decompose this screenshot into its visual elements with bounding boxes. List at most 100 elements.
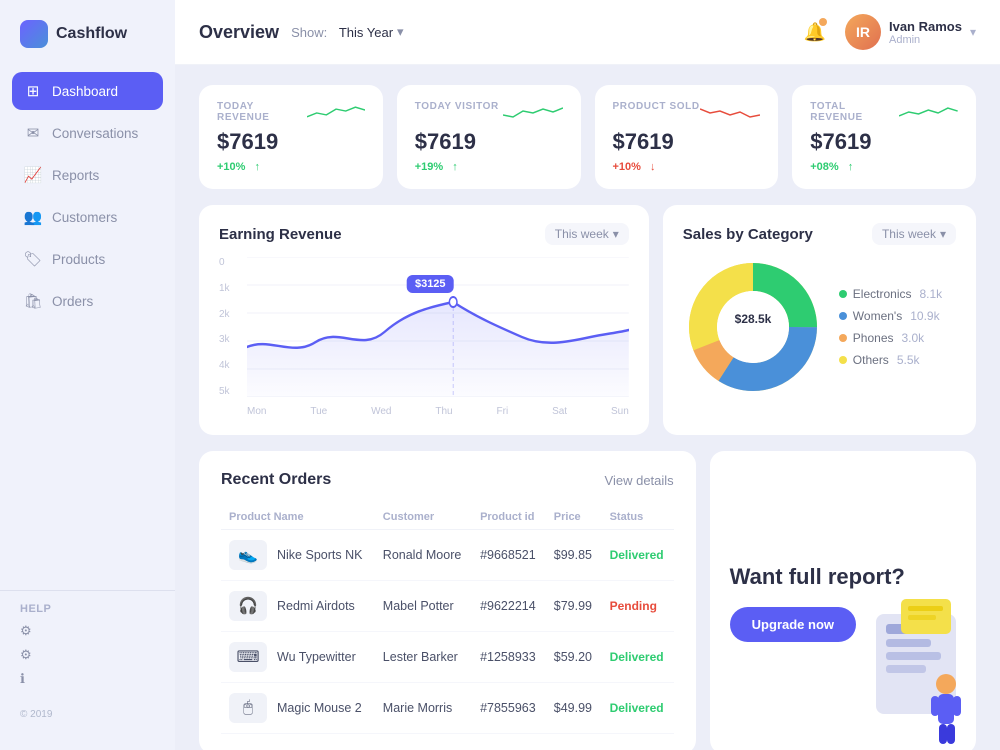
sidebar-item-products[interactable]: 🏷 Products (12, 240, 163, 278)
logo-icon (20, 20, 48, 48)
line-chart-area: 5k 4k 3k 2k 1k 0 (219, 257, 629, 417)
sidebar-help: HELP ⚙ ⚙ ℹ (0, 590, 175, 699)
x-axis: Mon Tue Wed Thu Fri Sat Sun (247, 406, 629, 417)
status-badge-0: Delivered (610, 546, 664, 564)
cell-pid-2: #1258933 (472, 632, 546, 683)
avatar: IR (845, 14, 881, 50)
stat-card-today-visitor: TODAY VISITOR $7619 +19% ↑ (397, 85, 581, 189)
legend-womens: Women's 10.9k (839, 309, 942, 323)
view-details-link[interactable]: View details (605, 473, 674, 488)
sidebar-item-dashboard[interactable]: ⊞ Dashboard (12, 72, 163, 110)
cell-pid-0: #9668521 (472, 530, 546, 581)
topbar: Overview Show: This Year ▾ 🔔 IR Ivan Ram… (175, 0, 1000, 65)
svg-text:$28.5k: $28.5k (734, 312, 771, 326)
sidebar-item-reports-label: Reports (52, 168, 99, 183)
sidebar-item-conversations[interactable]: ✉ Conversations (12, 114, 163, 152)
cell-customer-1: Mabel Potter (375, 581, 472, 632)
user-chevron-icon: ▾ (970, 25, 976, 39)
cell-customer-3: Marie Morris (375, 683, 472, 734)
logo-text: Cashflow (56, 25, 127, 43)
stat-label-today-visitor: TODAY VISITOR (415, 101, 499, 112)
conversations-icon: ✉ (24, 124, 42, 142)
notification-dot (819, 18, 827, 26)
sidebar-item-reports[interactable]: 📈 Reports (12, 156, 163, 194)
sidebar-item-orders[interactable]: 🛍 Orders (12, 282, 163, 320)
status-badge-1: Pending (610, 597, 657, 615)
status-badge-2: Delivered (610, 648, 664, 666)
col-customer: Customer (375, 505, 472, 530)
product-name-2: Wu Typewitter (277, 650, 356, 664)
donut-chart-svg: $28.5k (683, 257, 823, 397)
products-icon: 🏷 (24, 250, 42, 268)
stat-change-total-revenue: +08% ↑ (810, 161, 958, 173)
sales-week-filter[interactable]: This week ▾ (872, 223, 956, 245)
user-name: Ivan Ramos (889, 19, 962, 34)
orders-title: Recent Orders (221, 471, 331, 489)
legend-value-phones: 3.0k (902, 331, 925, 345)
legend-value-womens: 10.9k (910, 309, 939, 323)
sidebar-item-products-label: Products (52, 252, 105, 267)
earning-chart-card: Earning Revenue This week ▾ 5k 4k 3k 2k … (199, 205, 649, 435)
chevron-down-icon: ▾ (397, 24, 404, 40)
table-row: 🎧 Redmi Airdots Mabel Potter #9622214 $7… (221, 581, 674, 632)
sales-chevron-icon: ▾ (940, 227, 946, 241)
promo-illustration (846, 594, 976, 750)
stats-row: TODAY REVENUE $7619 +10% ↑ TODAY VISITOR (199, 85, 976, 189)
dashboard-icon: ⊞ (24, 82, 42, 100)
charts-row: Earning Revenue This week ▾ 5k 4k 3k 2k … (199, 205, 976, 435)
donut-area: $28.5k Electronics 8.1k Women's (683, 257, 956, 397)
page-title: Overview (199, 22, 279, 43)
help-icons: ⚙ ⚙ ℹ (20, 623, 155, 687)
cell-pid-1: #9622214 (472, 581, 546, 632)
cell-price-0: $99.85 (546, 530, 602, 581)
stat-change-today-revenue: +10% ↑ (217, 161, 365, 173)
content-area: TODAY REVENUE $7619 +10% ↑ TODAY VISITOR (175, 65, 1000, 750)
sidebar-item-orders-label: Orders (52, 294, 93, 309)
col-product-id: Product id (472, 505, 546, 530)
product-name-0: Nike Sports NK (277, 548, 362, 562)
earning-week-filter[interactable]: This week ▾ (545, 223, 629, 245)
bottom-row: Recent Orders View details Product Name … (199, 451, 976, 750)
sidebar-item-customers-label: Customers (52, 210, 117, 225)
user-area[interactable]: IR Ivan Ramos Admin ▾ (845, 14, 976, 50)
stat-change-today-visitor: +19% ↑ (415, 161, 563, 173)
cell-customer-2: Lester Barker (375, 632, 472, 683)
legend-phones: Phones 3.0k (839, 331, 942, 345)
product-thumb-2: ⌨ (229, 642, 267, 672)
legend-label-others: Others (853, 353, 889, 367)
customers-icon: 👥 (24, 208, 42, 226)
legend-dot-womens (839, 312, 847, 320)
donut-legend: Electronics 8.1k Women's 10.9k Phones (839, 287, 942, 367)
legend-dot-others (839, 356, 847, 364)
cell-price-3: $49.99 (546, 683, 602, 734)
notification-bell[interactable]: 🔔 (797, 14, 833, 50)
product-thumb-1: 🎧 (229, 591, 267, 621)
legend-dot-electronics (839, 290, 847, 298)
upgrade-button[interactable]: Upgrade now (730, 607, 856, 642)
year-filter[interactable]: Show: This Year ▾ (291, 24, 404, 40)
earning-chart-title: Earning Revenue (219, 226, 342, 243)
earning-chevron-icon: ▾ (613, 227, 619, 241)
settings2-icon-item[interactable]: ⚙ (20, 647, 155, 663)
cell-product-3: 🖱 Magic Mouse 2 (221, 683, 375, 734)
cell-status-0: Delivered (602, 530, 674, 581)
orders-icon: 🛍 (24, 292, 42, 310)
cell-status-1: Pending (602, 581, 674, 632)
stat-value-total-revenue: $7619 (810, 129, 958, 155)
nav: ⊞ Dashboard ✉ Conversations 📈 Reports 👥 … (0, 72, 175, 580)
legend-label-womens: Women's (853, 309, 902, 323)
earning-week-label: This week (555, 227, 609, 241)
table-header-row: Product Name Customer Product id Price S… (221, 505, 674, 530)
cell-status-2: Delivered (602, 632, 674, 683)
sidebar-item-customers[interactable]: 👥 Customers (12, 198, 163, 236)
table-row: 🖱 Magic Mouse 2 Marie Morris #7855963 $4… (221, 683, 674, 734)
cell-status-3: Delivered (602, 683, 674, 734)
orders-table-body: 👟 Nike Sports NK Ronald Moore #9668521 $… (221, 530, 674, 734)
table-row: ⌨ Wu Typewitter Lester Barker #1258933 $… (221, 632, 674, 683)
info-icon-item[interactable]: ℹ (20, 671, 155, 687)
cell-product-2: ⌨ Wu Typewitter (221, 632, 375, 683)
legend-others: Others 5.5k (839, 353, 942, 367)
settings-icon-item[interactable]: ⚙ (20, 623, 155, 639)
user-role: Admin (889, 34, 962, 46)
product-name-1: Redmi Airdots (277, 599, 355, 613)
